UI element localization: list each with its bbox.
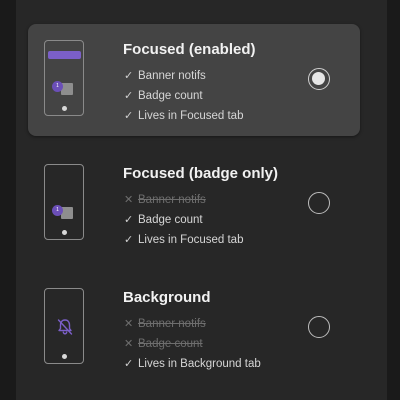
phone-illustration bbox=[44, 288, 84, 364]
bell-off-icon bbox=[57, 319, 73, 335]
home-indicator bbox=[62, 106, 67, 111]
check-icon: ✓ bbox=[124, 70, 134, 82]
option-title: Focused (badge only) bbox=[123, 165, 279, 182]
check-icon: ✓ bbox=[124, 358, 134, 370]
option-focused-enabled[interactable]: 1 Focused (enabled) ✓ Banner notifs ✓ Badg… bbox=[28, 24, 360, 136]
home-indicator bbox=[62, 354, 67, 359]
badge-count-illustration: 1 bbox=[52, 81, 63, 92]
feature-list: ✕ Banner notifs ✕ Badge count ✓ Lives in Ba… bbox=[124, 314, 261, 374]
check-icon: ✓ bbox=[124, 110, 134, 122]
check-icon: ✓ bbox=[124, 90, 134, 102]
feature-item: ✓ Lives in Focused tab bbox=[124, 230, 243, 250]
option-background[interactable]: Background ✕ Banner notifs ✕ Badge count ✓… bbox=[28, 272, 360, 384]
option-focused-badge-only[interactable]: 1 Focused (badge only) ✕ Banner notifs ✓ B… bbox=[28, 148, 360, 260]
feature-item: ✕ Banner notifs bbox=[124, 190, 243, 210]
radio-button[interactable] bbox=[308, 192, 330, 214]
phone-illustration: 1 bbox=[44, 164, 84, 240]
banner-notification-illustration bbox=[48, 51, 81, 59]
option-title: Focused (enabled) bbox=[123, 41, 256, 58]
feature-item: ✓ Lives in Background tab bbox=[124, 354, 261, 374]
home-indicator bbox=[62, 230, 67, 235]
check-icon: ✓ bbox=[124, 234, 134, 246]
badge-count-illustration: 1 bbox=[52, 205, 63, 216]
radio-button-selected[interactable] bbox=[308, 68, 330, 90]
check-icon: ✓ bbox=[124, 214, 134, 226]
phone-illustration: 1 bbox=[44, 40, 84, 116]
x-icon: ✕ bbox=[124, 194, 134, 206]
option-title: Background bbox=[123, 289, 211, 306]
feature-item: ✓ Badge count bbox=[124, 86, 243, 106]
x-icon: ✕ bbox=[124, 318, 134, 330]
feature-list: ✓ Banner notifs ✓ Badge count ✓ Lives in Fo… bbox=[124, 66, 243, 126]
feature-item: ✓ Banner notifs bbox=[124, 66, 243, 86]
radio-dot bbox=[312, 72, 325, 85]
feature-item: ✓ Lives in Focused tab bbox=[124, 106, 243, 126]
radio-button[interactable] bbox=[308, 316, 330, 338]
feature-item: ✕ Badge count bbox=[124, 334, 261, 354]
x-icon: ✕ bbox=[124, 338, 134, 350]
feature-item: ✓ Badge count bbox=[124, 210, 243, 230]
feature-item: ✕ Banner notifs bbox=[124, 314, 261, 334]
feature-list: ✕ Banner notifs ✓ Badge count ✓ Lives in Fo… bbox=[124, 190, 243, 250]
